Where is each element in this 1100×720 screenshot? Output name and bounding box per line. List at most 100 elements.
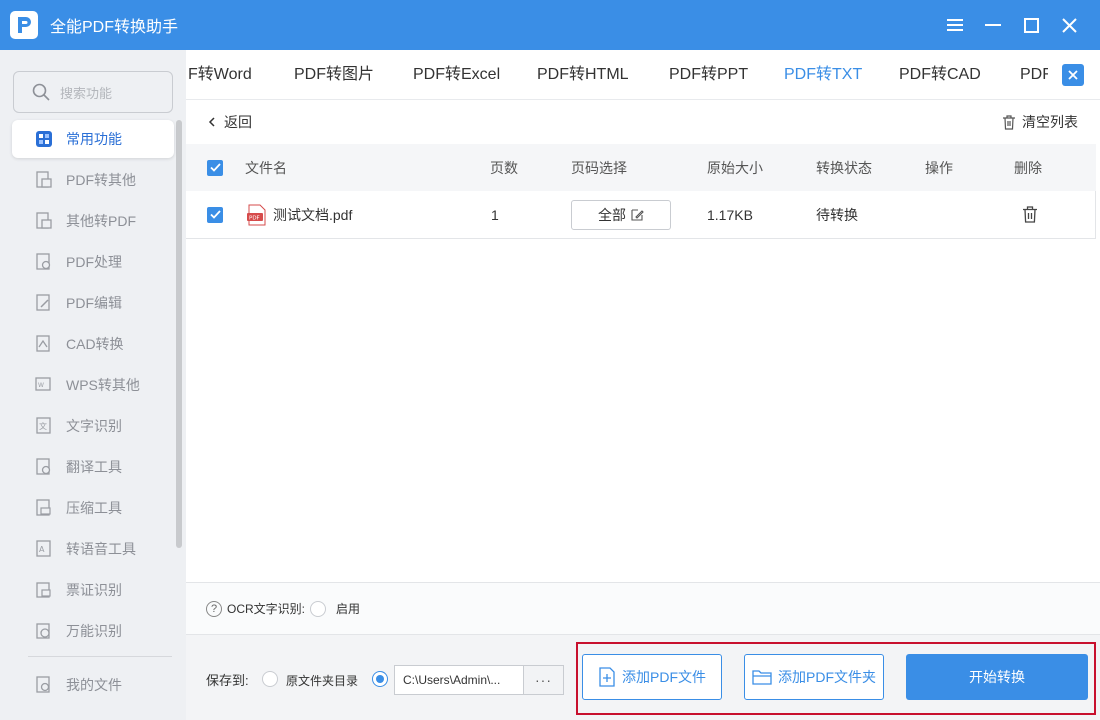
pdf-convert-icon (34, 170, 54, 190)
search-placeholder: 搜索功能 (60, 85, 113, 101)
tab-pdf-to-ppt[interactable]: PDF转PPT (669, 50, 748, 99)
app-title: 全能PDF转换助手 (50, 19, 179, 36)
close-icon[interactable] (1050, 0, 1088, 50)
sidebar-item-label: PDF转其他 (66, 172, 136, 188)
ocr-label: OCR文字识别: (227, 602, 306, 616)
wps-icon: W (34, 375, 54, 395)
sidebar-item-label: PDF处理 (66, 254, 122, 270)
sidebar-item-compress[interactable]: 压缩工具 (12, 489, 174, 527)
sidebar-item-label: WPS转其他 (66, 377, 140, 393)
tab-pdf-to-image[interactable]: PDF转图片 (294, 50, 374, 99)
column-header-filename: 文件名 (245, 159, 287, 176)
sidebar-item-ocr[interactable]: 文 文字识别 (12, 407, 174, 445)
save-source-radio[interactable] (262, 671, 278, 687)
sidebar-item-label: 压缩工具 (66, 500, 122, 516)
my-files-icon (34, 675, 54, 695)
pdf-file-icon: PDF (246, 191, 268, 238)
sidebar-item-voice[interactable]: A 转语音工具 (12, 530, 174, 568)
sidebar-item-cad[interactable]: CAD转换 (12, 325, 174, 363)
svg-text:PDF: PDF (249, 215, 260, 221)
ocr-settings-bar: ? OCR文字识别: 启用 (186, 582, 1100, 634)
tab-close-button[interactable] (1062, 64, 1084, 86)
app-logo (10, 11, 38, 39)
file-table-header: 文件名 页数 页码选择 原始大小 转换状态 操作 删除 (186, 144, 1096, 191)
sidebar-item-my-files[interactable]: 我的文件 (12, 666, 174, 704)
clear-list-label: 清空列表 (1022, 114, 1078, 130)
svg-text:文: 文 (39, 421, 47, 431)
sidebar-item-label: 翻译工具 (66, 459, 122, 475)
sidebar-item-universal-ocr[interactable]: 万能识别 (12, 612, 174, 650)
svg-text:W: W (38, 382, 44, 389)
add-file-icon (599, 667, 615, 687)
sidebar-item-label: 票证识别 (66, 582, 122, 598)
column-header-delete: 删除 (1014, 159, 1042, 176)
sidebar-scrollbar[interactable] (176, 120, 182, 548)
add-pdf-folder-button[interactable]: 添加PDF文件夹 (744, 654, 884, 700)
sidebar-item-label: PDF编辑 (66, 295, 122, 311)
column-header-action: 操作 (925, 159, 953, 176)
search-icon (32, 83, 50, 101)
close-icon (1068, 70, 1078, 80)
title-bar: 全能PDF转换助手 (0, 0, 1100, 50)
svg-text:A: A (39, 545, 45, 554)
trash-icon (1023, 206, 1037, 223)
sidebar-item-label: 我的文件 (66, 677, 122, 693)
pdf-edit-icon (34, 293, 54, 313)
add-pdf-file-button[interactable]: 添加PDF文件 (582, 654, 722, 700)
sidebar-item-wps[interactable]: W WPS转其他 (12, 366, 174, 404)
ocr-enable-label: 启用 (336, 602, 361, 616)
cad-icon (34, 334, 54, 354)
sidebar-item-pdf-edit[interactable]: PDF编辑 (12, 284, 174, 322)
trash-icon (1003, 114, 1015, 130)
search-input[interactable]: 搜索功能 (13, 71, 173, 113)
browse-path-button[interactable]: ··· (523, 666, 563, 694)
translate-icon (34, 457, 54, 477)
tab-bar: F转Word PDF转图片 PDF转Excel PDF转HTML PDF转PPT… (186, 50, 1100, 100)
add-pdf-folder-label: 添加PDF文件夹 (778, 669, 876, 685)
column-header-status: 转换状态 (816, 159, 872, 176)
back-button[interactable]: 返回 (206, 112, 252, 132)
maximize-icon[interactable] (1012, 0, 1050, 50)
ocr-enable-radio[interactable] (310, 600, 327, 617)
sidebar-divider (28, 656, 172, 657)
compress-icon (34, 498, 54, 518)
active-tab-indicator (792, 47, 852, 49)
sidebar-item-ticket[interactable]: 票证识别 (12, 571, 174, 609)
file-size: 1.17KB (707, 206, 753, 223)
tab-pdf-to-html[interactable]: PDF转HTML (537, 50, 629, 99)
delete-row-button[interactable] (1022, 191, 1038, 238)
pdf-process-icon (34, 252, 54, 272)
voice-icon: A (34, 539, 54, 559)
minimize-icon[interactable] (974, 0, 1012, 50)
column-header-size: 原始大小 (707, 159, 763, 176)
sidebar-item-other-to-pdf[interactable]: 其他转PDF (12, 202, 174, 240)
row-checkbox[interactable] (207, 191, 223, 238)
sidebar-item-label: 万能识别 (66, 623, 122, 639)
tab-pdf-to-excel[interactable]: PDF转Excel (413, 50, 500, 99)
select-all-checkbox[interactable] (207, 144, 223, 191)
help-icon[interactable]: ? (206, 600, 222, 617)
chevron-left-icon (208, 117, 215, 127)
sidebar-item-label: CAD转换 (66, 336, 124, 352)
start-convert-label: 开始转换 (969, 669, 1025, 685)
folder-icon (752, 670, 772, 685)
tab-pdf-to-txt[interactable]: PDF转TXT (784, 50, 862, 99)
sidebar-item-label: 常用功能 (66, 131, 122, 147)
sidebar-item-common[interactable]: 常用功能 (12, 120, 174, 158)
save-path-field[interactable]: C:\Users\Admin\... ··· (394, 665, 564, 695)
sidebar-item-translate[interactable]: 翻译工具 (12, 448, 174, 486)
universal-ocr-icon (34, 621, 54, 641)
menu-icon[interactable] (936, 0, 974, 50)
start-convert-button[interactable]: 开始转换 (906, 654, 1088, 700)
sidebar-item-pdf-process[interactable]: PDF处理 (12, 243, 174, 281)
page-select-button[interactable]: 全部 (571, 191, 671, 238)
save-custom-radio[interactable] (372, 671, 388, 687)
tab-pdf-to-cad[interactable]: PDF转CAD (899, 50, 981, 99)
clear-list-button[interactable]: 清空列表 (1002, 112, 1078, 132)
status-text: 待转换 (816, 206, 858, 223)
tab-pdf-to-word[interactable]: F转Word (188, 50, 252, 99)
sidebar-item-pdf-to-other[interactable]: PDF转其他 (12, 161, 174, 199)
save-path-text: C:\Users\Admin\... (403, 673, 501, 687)
ocr-icon: 文 (34, 416, 54, 436)
file-name: 测试文档.pdf (273, 206, 353, 223)
